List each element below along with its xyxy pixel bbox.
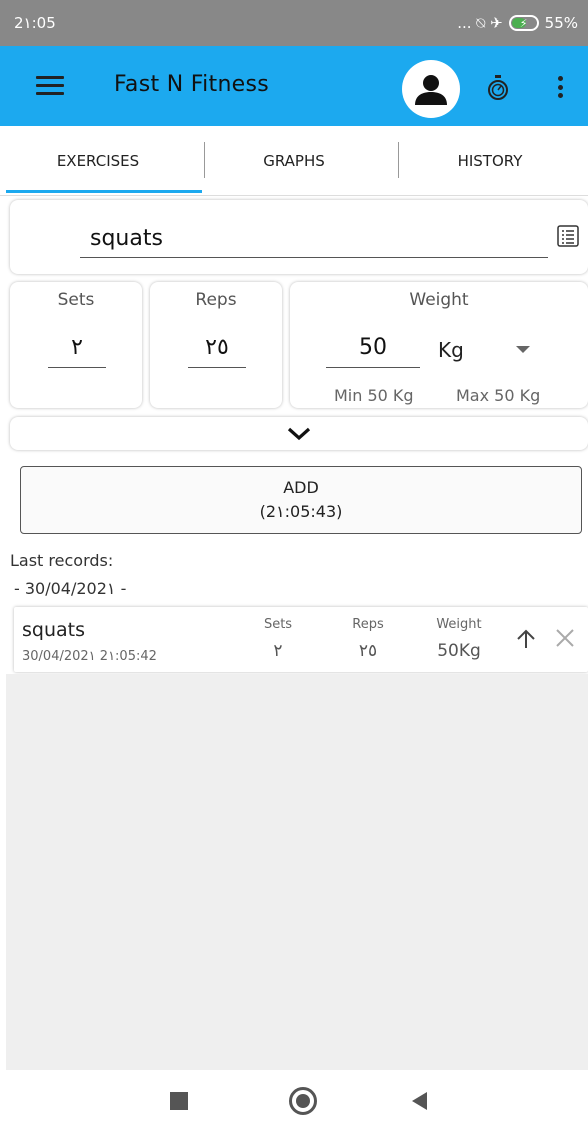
weight-label: Weight <box>409 290 469 310</box>
arrow-up-icon[interactable] <box>514 627 538 651</box>
weight-min: Min 50 Kg <box>334 386 414 405</box>
tab-bar: EXERCISES GRAPHS HISTORY <box>0 126 588 196</box>
record-exercise-name: squats <box>22 619 85 641</box>
more-options-icon[interactable] <box>550 72 570 102</box>
app-title: Fast N Fitness <box>114 72 270 97</box>
exercise-card <box>10 200 588 274</box>
status-bar: 2١:05 ... ⍉ ✈ ⚡ 55% <box>0 0 588 46</box>
weight-card: Weight Kg Min 50 Kg Max 50 Kg <box>290 282 588 408</box>
record-row[interactable]: squats 30/04/202١ 2١:05:42 Sets ٢ Reps ٢… <box>14 607 588 672</box>
chevron-down-icon <box>287 427 311 440</box>
exercise-name-input[interactable] <box>80 220 548 258</box>
person-icon <box>415 75 447 105</box>
weight-max: Max 50 Kg <box>456 386 541 405</box>
reps-card: Reps <box>150 282 282 408</box>
sets-input[interactable] <box>48 328 106 368</box>
record-date-header: - 30/04/202١ - <box>14 579 127 598</box>
expand-button[interactable] <box>10 417 588 450</box>
record-reps-value: ٢٥ <box>358 641 378 661</box>
sets-label: Sets <box>57 290 95 310</box>
tab-graphs[interactable]: GRAPHS <box>196 126 392 195</box>
delete-icon[interactable] <box>554 627 576 649</box>
record-sets-value: ٢ <box>273 641 283 661</box>
back-icon[interactable] <box>412 1092 427 1110</box>
battery-percent: 55% <box>544 14 578 32</box>
add-button-label: ADD <box>283 478 319 497</box>
home-icon[interactable] <box>289 1087 317 1115</box>
weight-input[interactable] <box>326 328 420 368</box>
record-sets-label: Sets <box>263 617 293 632</box>
stopwatch-icon[interactable] <box>486 74 510 102</box>
avatar[interactable] <box>402 60 460 118</box>
menu-icon[interactable] <box>36 76 64 96</box>
tab-history[interactable]: HISTORY <box>392 126 588 195</box>
tab-selected-indicator <box>6 190 202 193</box>
record-reps-label: Reps <box>352 617 384 632</box>
record-timestamp: 30/04/202١ 2١:05:42 <box>22 649 157 664</box>
status-indicator-icons: ... ⍉ ✈ <box>457 14 503 32</box>
recents-icon[interactable] <box>170 1092 188 1110</box>
tab-exercises[interactable]: EXERCISES <box>0 126 196 195</box>
record-weight-value: 50Kg <box>437 641 481 661</box>
weight-unit-select[interactable]: Kg <box>438 338 464 362</box>
tab-divider <box>204 142 205 178</box>
content-background <box>6 674 588 1070</box>
tab-divider <box>398 142 399 178</box>
sets-card: Sets <box>10 282 142 408</box>
exercise-list-icon[interactable] <box>556 224 580 248</box>
add-button[interactable]: ADD (2١:05:43) <box>20 466 582 534</box>
record-weight-label: Weight <box>436 617 482 632</box>
reps-input[interactable] <box>188 328 246 368</box>
status-icons: ... ⍉ ✈ ⚡ 55% <box>457 14 578 32</box>
app-bar: Fast N Fitness <box>0 46 588 126</box>
system-nav-bar <box>0 1070 588 1140</box>
add-button-time: (2١:05:43) <box>259 502 343 521</box>
reps-label: Reps <box>195 290 237 310</box>
last-records-heading: Last records: <box>10 551 114 570</box>
status-time: 2١:05 <box>14 14 56 32</box>
chevron-down-icon[interactable] <box>516 346 530 353</box>
battery-icon: ⚡ <box>508 15 539 31</box>
